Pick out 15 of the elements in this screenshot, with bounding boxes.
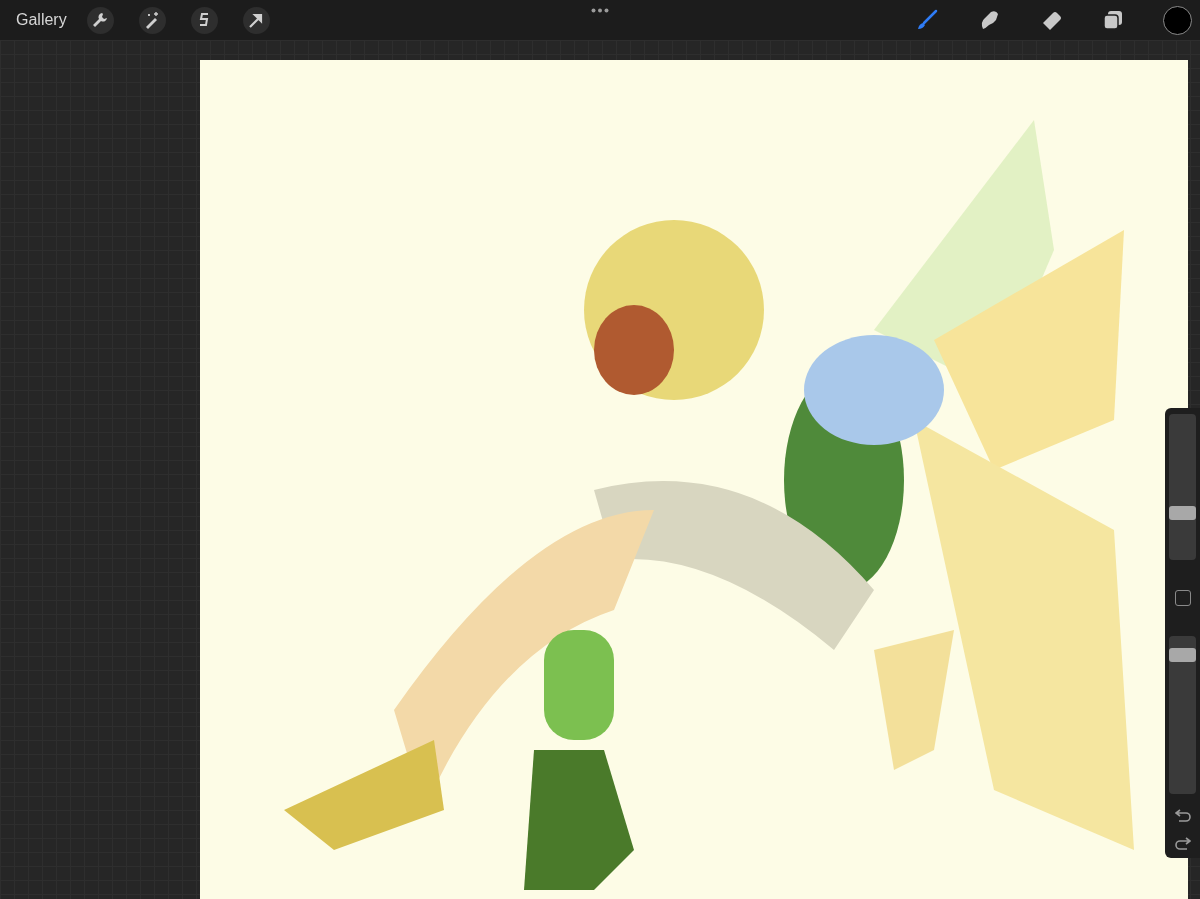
more-icon[interactable] <box>591 8 609 13</box>
brush-icon[interactable] <box>915 8 939 32</box>
selection-icon[interactable] <box>190 6 218 34</box>
color-swatch[interactable] <box>1163 5 1192 35</box>
slider-thumb[interactable] <box>1169 506 1196 521</box>
undo-icon[interactable] <box>1174 808 1191 822</box>
brush-size-slider[interactable] <box>1169 414 1196 560</box>
wrench-icon[interactable] <box>86 6 114 34</box>
magic-wand-icon[interactable] <box>138 6 166 34</box>
layers-icon[interactable] <box>1101 8 1125 32</box>
redo-icon[interactable] <box>1174 836 1191 850</box>
opacity-slider[interactable] <box>1169 636 1196 794</box>
gallery-button[interactable]: Gallery <box>8 7 75 33</box>
slider-thumb[interactable] <box>1169 647 1196 662</box>
eyedropper-button[interactable] <box>1174 590 1191 606</box>
